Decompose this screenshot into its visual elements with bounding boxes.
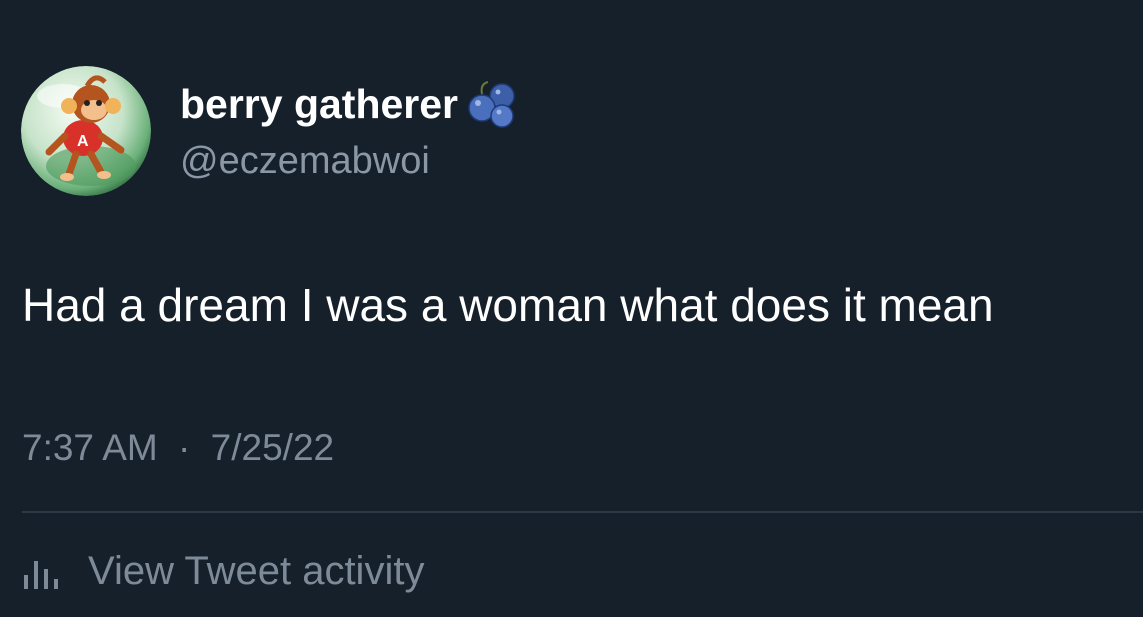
- tweet-time: 7:37 AM: [22, 427, 158, 468]
- monkey-avatar-icon: A: [21, 66, 151, 196]
- meta-separator: ·: [178, 427, 191, 468]
- tweet-date: 7/25/22: [210, 427, 335, 468]
- view-tweet-activity-label: View Tweet activity: [88, 549, 425, 593]
- blueberries-icon: [464, 80, 520, 128]
- author-display-name[interactable]: berry gatherer: [180, 80, 520, 128]
- bar-chart-icon: [22, 551, 66, 591]
- display-name-text: berry gatherer: [180, 81, 459, 127]
- svg-text:A: A: [77, 133, 89, 150]
- tweet-timestamp[interactable]: 7:37 AM · 7/25/22: [22, 425, 334, 471]
- tweet-detail: A berry gatherer @eczemabwoi Had a dream…: [0, 0, 1143, 617]
- view-tweet-activity-button[interactable]: View Tweet activity: [22, 545, 424, 597]
- tweet-text: Had a dream I was a woman what does it m…: [22, 279, 994, 331]
- avatar[interactable]: A: [21, 66, 151, 196]
- author-handle[interactable]: @eczemabwoi: [180, 139, 430, 183]
- divider: [22, 511, 1143, 513]
